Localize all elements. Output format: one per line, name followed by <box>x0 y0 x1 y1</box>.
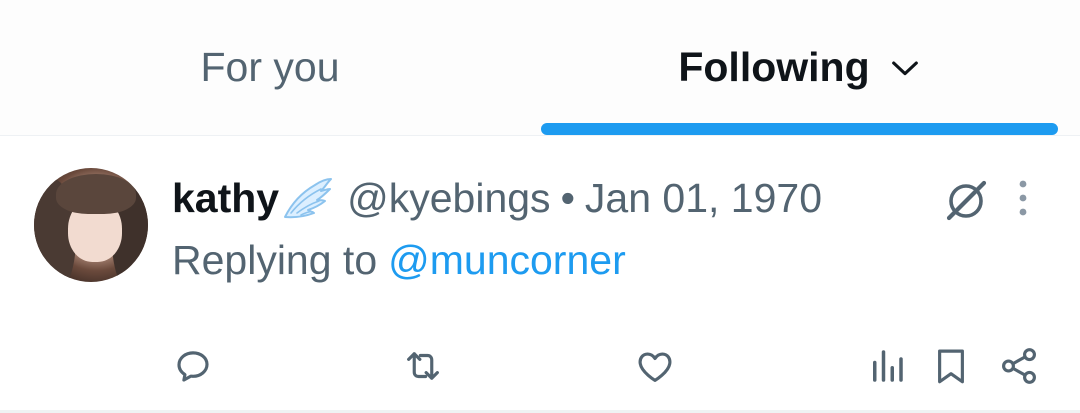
retweet-button[interactable] <box>400 343 446 389</box>
active-tab-indicator <box>541 123 1058 135</box>
tweet-header: kathy @kyebings • Jan 01, 1970 <box>172 168 822 228</box>
grok-icon[interactable] <box>940 174 992 226</box>
display-name[interactable]: kathy <box>172 175 279 222</box>
replying-to-label: Replying to <box>172 236 378 283</box>
retweet-icon <box>407 352 439 380</box>
more-vertical-icon[interactable] <box>1010 176 1036 220</box>
reply-button[interactable] <box>170 343 216 389</box>
views-button[interactable] <box>864 343 910 389</box>
heart-icon <box>638 352 672 382</box>
bookmark-icon <box>938 349 964 384</box>
replying-to-line: Replying to @muncorner <box>172 232 626 288</box>
tab-for-you-label: For you <box>200 44 340 90</box>
timeline-screen: For you Following kathy @kyebings • Jan … <box>0 0 1080 413</box>
share-icon <box>1002 348 1036 384</box>
tab-following-label: Following <box>678 44 870 90</box>
share-button[interactable] <box>996 343 1042 389</box>
separator-dot: • <box>560 174 575 221</box>
like-button[interactable] <box>632 343 678 389</box>
bookmark-button[interactable] <box>928 343 974 389</box>
chevron-down-icon[interactable] <box>888 51 922 85</box>
tab-following[interactable]: Following <box>540 0 1060 135</box>
views-icon <box>873 350 903 382</box>
tweet-date[interactable]: Jan 01, 1970 <box>585 175 822 222</box>
reply-icon <box>177 351 209 382</box>
timeline-tabs: For you Following <box>0 0 1080 136</box>
tab-for-you[interactable]: For you <box>0 0 540 135</box>
avatar[interactable] <box>34 168 148 282</box>
wing-emoji-icon <box>281 175 333 221</box>
user-handle[interactable]: @kyebings <box>347 175 550 222</box>
replying-to-mention[interactable]: @muncorner <box>388 237 626 284</box>
